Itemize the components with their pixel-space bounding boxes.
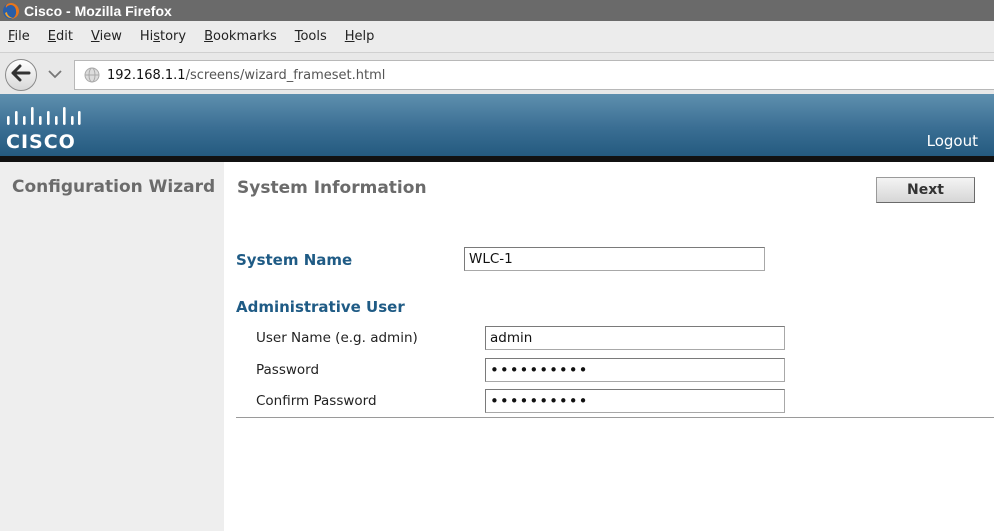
- back-button[interactable]: [5, 59, 37, 91]
- svg-text:CISCO: CISCO: [6, 131, 76, 150]
- url-path: /screens/wizard_frameset.html: [185, 67, 386, 83]
- confirm-password-input[interactable]: [485, 389, 785, 413]
- form-divider: [236, 417, 994, 418]
- username-input[interactable]: [485, 326, 785, 350]
- main-panel: System Information Next System Name Admi…: [224, 162, 994, 531]
- firefox-icon: [2, 2, 20, 20]
- window-title: Cisco - Mozilla Firefox: [24, 2, 172, 19]
- menu-bar: File Edit View History Bookmarks Tools H…: [0, 21, 994, 52]
- system-name-label: System Name: [236, 251, 353, 269]
- cisco-logo: CISCO: [6, 106, 82, 154]
- menu-view[interactable]: View: [83, 29, 132, 44]
- sidebar-title: Configuration Wizard: [12, 177, 216, 197]
- password-input[interactable]: [485, 358, 785, 382]
- address-bar[interactable]: 192.168.1.1/screens/wizard_frameset.html: [74, 60, 994, 90]
- menu-file[interactable]: File: [0, 29, 40, 44]
- username-label: User Name (e.g. admin): [256, 330, 418, 346]
- history-dropdown-icon[interactable]: [46, 66, 64, 82]
- logout-link[interactable]: Logout: [927, 132, 978, 150]
- cisco-header: CISCO Logout: [0, 94, 994, 156]
- menu-edit[interactable]: Edit: [40, 29, 83, 44]
- next-button[interactable]: Next: [876, 177, 975, 203]
- menu-help[interactable]: Help: [337, 29, 385, 44]
- menu-tools[interactable]: Tools: [287, 29, 337, 44]
- password-label: Password: [256, 362, 320, 378]
- url-host: 192.168.1.1: [107, 67, 186, 83]
- system-name-input[interactable]: [464, 247, 765, 271]
- admin-user-section-label: Administrative User: [236, 298, 405, 316]
- navigation-toolbar: 192.168.1.1/screens/wizard_frameset.html: [0, 52, 994, 94]
- confirm-password-label: Confirm Password: [256, 393, 377, 409]
- sidebar: Configuration Wizard: [0, 162, 224, 531]
- menu-bookmarks[interactable]: Bookmarks: [196, 29, 287, 44]
- page-title: System Information: [237, 178, 427, 198]
- menu-history[interactable]: History: [132, 29, 196, 44]
- browser-title-bar: Cisco - Mozilla Firefox: [0, 0, 994, 21]
- back-arrow-icon: [11, 64, 31, 86]
- globe-icon: [83, 66, 101, 84]
